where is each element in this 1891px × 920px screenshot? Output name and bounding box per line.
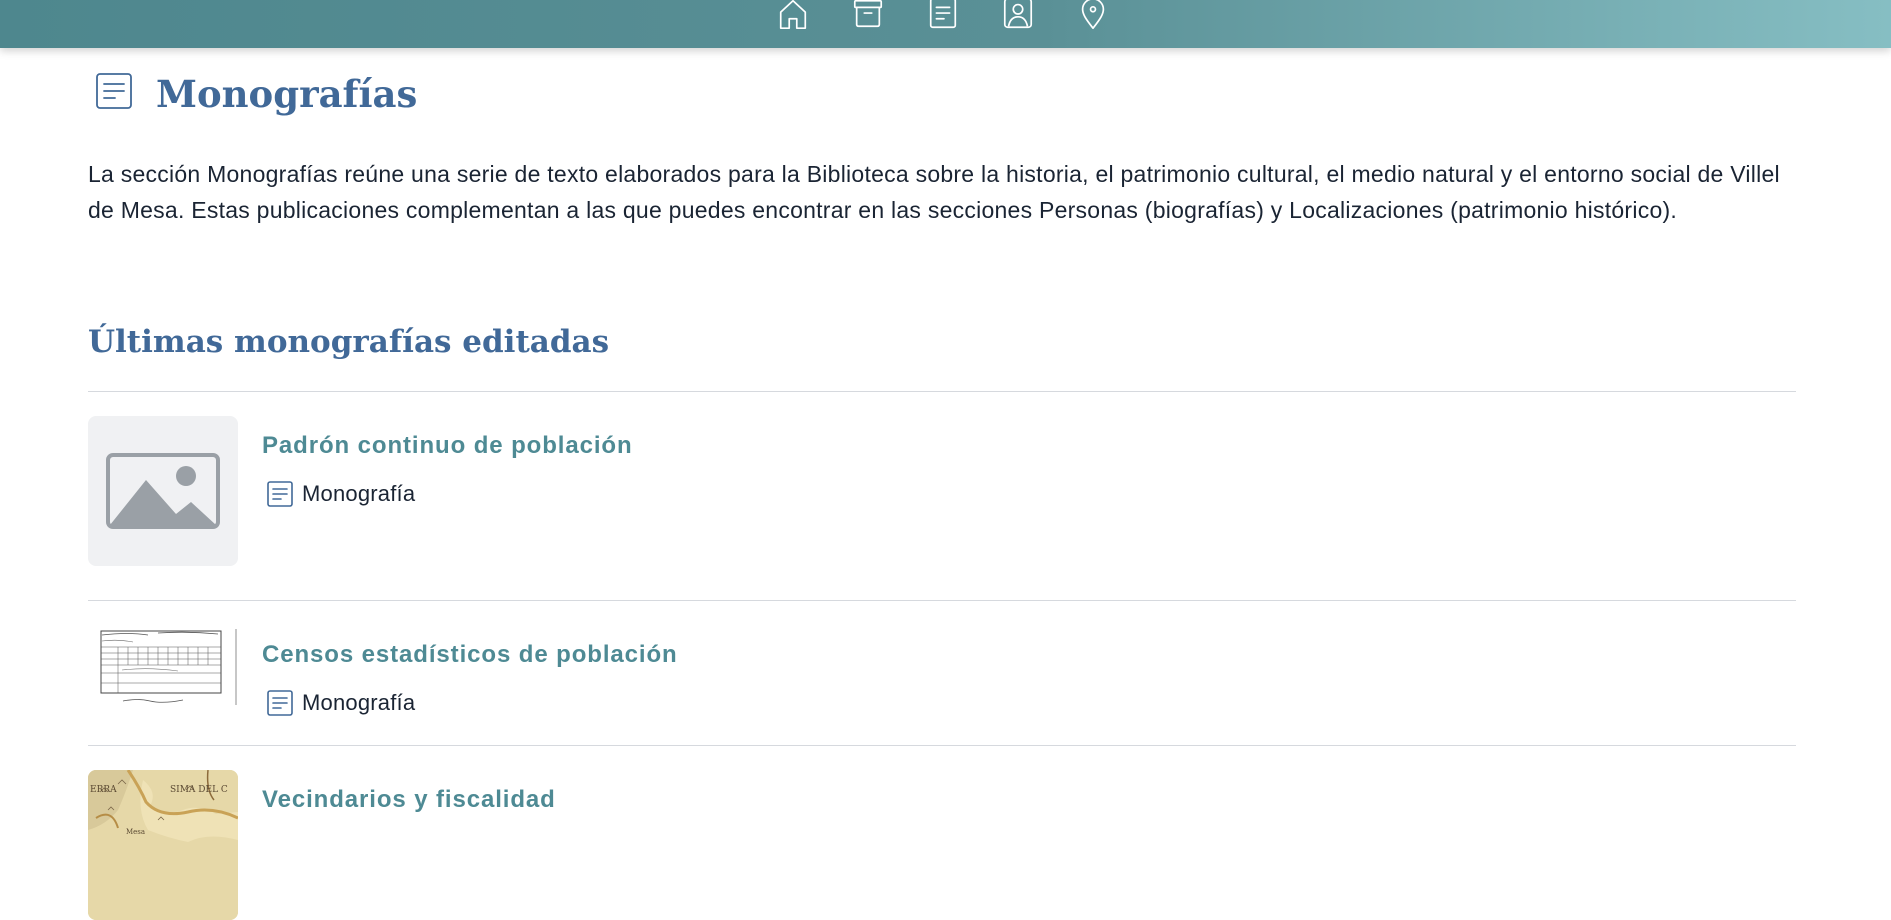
home-icon[interactable] xyxy=(775,0,811,32)
old-map-image[interactable]: ERRA SIMA DEL C Mesa xyxy=(88,770,238,920)
item-type-label: Monografía xyxy=(302,690,416,715)
svg-text:ERRA: ERRA xyxy=(90,785,117,795)
divider xyxy=(88,600,1796,601)
svg-text:Mesa: Mesa xyxy=(126,828,145,836)
page-description: La sección Monografías reúne una serie d… xyxy=(88,161,1780,223)
image-placeholder-icon[interactable] xyxy=(88,416,238,566)
person-icon[interactable] xyxy=(1000,0,1036,32)
item-type-label: Monografía xyxy=(302,481,416,506)
top-navigation-bar xyxy=(0,0,1891,48)
page-title: Monografías xyxy=(156,72,418,116)
list-item: Censos estadísticos de población Monogra… xyxy=(88,625,1796,745)
divider xyxy=(88,391,1796,392)
document-icon[interactable] xyxy=(925,0,961,32)
document-icon xyxy=(267,690,293,716)
census-form-image[interactable] xyxy=(88,625,238,713)
item-title[interactable]: Censos estadísticos de población xyxy=(262,641,678,669)
item-title[interactable]: Padrón continuo de población xyxy=(262,432,633,460)
divider xyxy=(88,745,1796,746)
document-icon xyxy=(96,73,132,109)
location-pin-icon[interactable] xyxy=(1075,0,1111,32)
document-icon xyxy=(267,481,293,507)
section-title-latest: Últimas monografías editadas xyxy=(88,324,610,360)
svg-text:SIMA DEL C: SIMA DEL C xyxy=(170,785,228,795)
item-type: Monografía xyxy=(266,689,415,717)
list-item: ERRA SIMA DEL C Mesa Vecindarios y fisca… xyxy=(88,770,1796,920)
list-item: Padrón continuo de población Monografía xyxy=(88,416,1796,566)
item-title[interactable]: Vecindarios y fiscalidad xyxy=(262,786,556,814)
archive-icon[interactable] xyxy=(850,0,886,32)
item-type: Monografía xyxy=(266,480,415,508)
